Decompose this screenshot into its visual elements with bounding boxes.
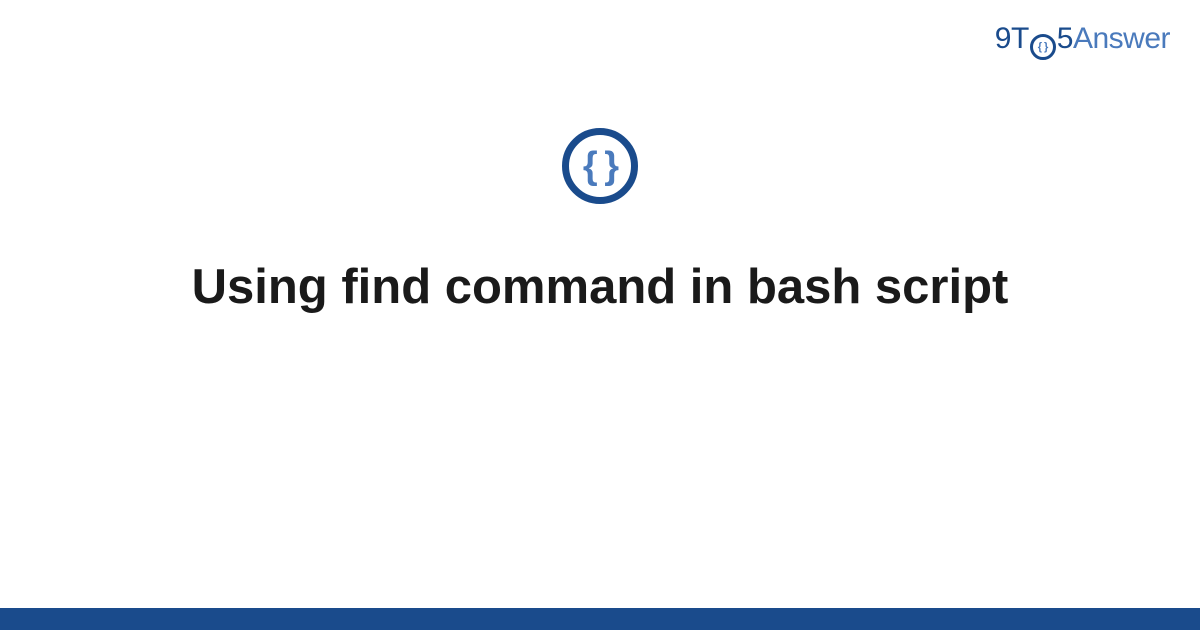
logo-circle-icon: { }	[1029, 34, 1057, 60]
logo-five: 5	[1057, 22, 1073, 55]
page-title: Using find command in bash script	[152, 256, 1049, 318]
logo-t: T	[1011, 22, 1029, 55]
brand-logo: 9T{ }5Answer	[995, 22, 1170, 58]
footer-accent-bar	[0, 608, 1200, 630]
logo-answer: Answer	[1073, 22, 1170, 55]
code-braces-icon: { }	[562, 128, 638, 204]
logo-nine: 9	[995, 22, 1011, 55]
main-content: { } Using find command in bash script	[0, 128, 1200, 318]
